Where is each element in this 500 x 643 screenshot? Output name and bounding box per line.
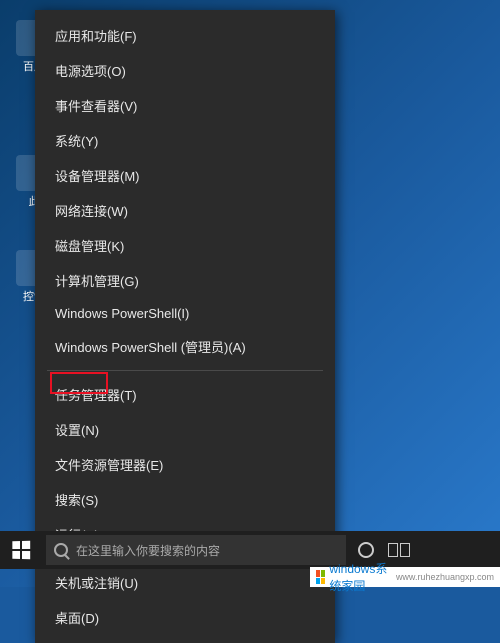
menu-item-event-viewer[interactable]: 事件查看器(V) [35,88,335,123]
menu-item-powershell-admin[interactable]: Windows PowerShell (管理员)(A) [35,329,335,364]
menu-item-system[interactable]: 系统(Y) [35,123,335,158]
menu-item-power-options[interactable]: 电源选项(O) [35,53,335,88]
menu-item-search[interactable]: 搜索(S) [35,482,335,517]
windows-color-logo-icon [316,570,325,584]
menu-item-apps-and-features[interactable]: 应用和功能(F) [35,18,335,53]
menu-item-task-manager[interactable]: 任务管理器(T) [35,377,335,412]
start-button[interactable] [0,531,42,569]
search-placeholder-text: 在这里输入你要搜索的内容 [76,542,220,559]
menu-item-shutdown-signout[interactable]: 关机或注销(U) [35,565,335,600]
menu-item-file-explorer[interactable]: 文件资源管理器(E) [35,447,335,482]
menu-item-computer-management[interactable]: 计算机管理(G) [35,263,335,298]
menu-item-disk-management[interactable]: 磁盘管理(K) [35,228,335,263]
taskbar-search-box[interactable]: 在这里输入你要搜索的内容 [46,535,346,565]
windows-logo-icon [12,541,30,560]
task-view-icon[interactable] [388,543,410,557]
cortana-icon[interactable] [358,542,374,558]
menu-item-network-connections[interactable]: 网络连接(W) [35,193,335,228]
menu-item-powershell[interactable]: Windows PowerShell(I) [35,298,335,329]
menu-separator [47,370,323,371]
search-icon [54,543,68,557]
menu-item-settings[interactable]: 设置(N) [35,412,335,447]
watermark-url: www.ruhezhuangxp.com [396,572,494,582]
menu-item-desktop[interactable]: 桌面(D) [35,600,335,635]
watermark-brand: windows系统家园 [329,560,392,594]
taskbar: 在这里输入你要搜索的内容 [0,531,500,569]
desktop-background: 百度 此 控制 应用和功能(F) 电源选项(O) 事件查看器(V) 系统(Y) … [0,0,500,587]
watermark-bar: windows系统家园 www.ruhezhuangxp.com [310,567,500,587]
menu-item-device-manager[interactable]: 设备管理器(M) [35,158,335,193]
